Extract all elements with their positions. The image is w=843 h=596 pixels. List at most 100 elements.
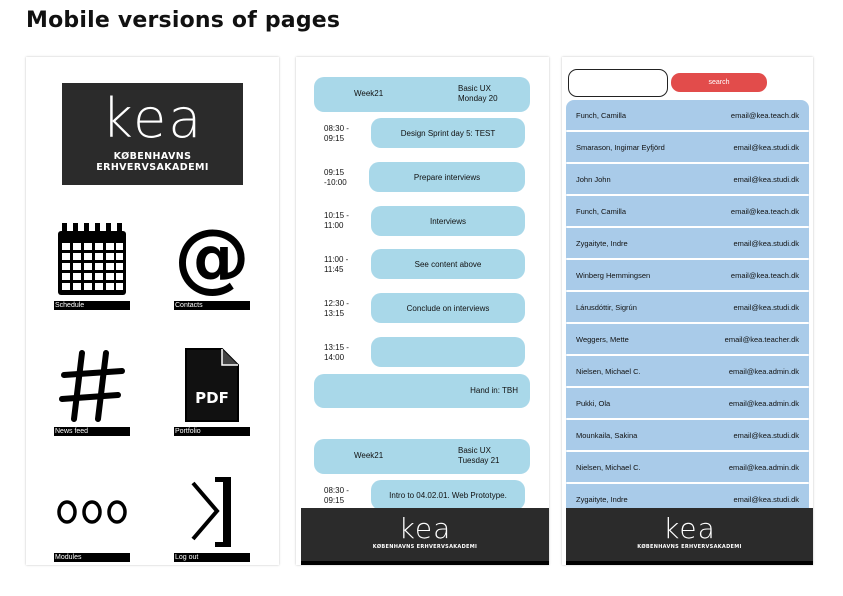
contact-name: Mounkaila, Sakina [576, 431, 638, 440]
contact-name: Lárusdóttir, Sigrún [576, 303, 637, 312]
contact-row[interactable]: Winberg Hemmingsen email@kea.teach.dk [566, 260, 809, 292]
at-sign-icon: @ [174, 219, 250, 301]
mobile-contacts-screen: search Funch, Camilla email@kea.teach.dk … [562, 57, 813, 565]
contact-name: Funch, Camilla [576, 111, 627, 120]
contact-email[interactable]: email@kea.admin.dk [729, 399, 799, 408]
contact-email[interactable]: email@kea.studi.dk [733, 175, 799, 184]
session-block[interactable]: Conclude on interviews [371, 293, 525, 323]
contact-row[interactable]: Mounkaila, Sakina email@kea.studi.dk [566, 420, 809, 452]
contact-row[interactable]: Funch, Camilla email@kea.teach.dk [566, 100, 809, 132]
three-circles-icon [54, 471, 130, 553]
mobile-schedule-screen: Week21 Basic UX Monday 20 08:30 - 09:15 … [296, 57, 549, 565]
pdf-file-icon: PDF [174, 345, 250, 427]
session-block[interactable]: Intro to 04.02.01. Web Prototype. [371, 480, 525, 510]
svg-text:@: @ [175, 223, 249, 297]
day-label: Tuesday 21 [458, 456, 500, 465]
search-button[interactable]: search [671, 73, 767, 92]
contact-email[interactable]: email@kea.studi.dk [733, 495, 799, 504]
menu-tile-schedule[interactable]: Schedule [54, 219, 130, 310]
day-label: Monday 20 [458, 94, 498, 103]
course-label: Basic UX [458, 446, 491, 455]
logo-subtitle: KØBENHAVNS ERHVERVSAKADEMI [372, 544, 478, 550]
contact-name: Funch, Camilla [576, 207, 627, 216]
session-block[interactable] [371, 337, 525, 367]
contact-email[interactable]: email@kea.studi.dk [733, 143, 799, 152]
menu-tile-label: Portfolio [174, 427, 250, 436]
hand-in-block[interactable]: Hand in: TBH [314, 374, 530, 408]
session-time: 08:30 - 09:15 [324, 124, 349, 143]
search-input[interactable] [568, 69, 668, 97]
hashtag-icon [54, 345, 130, 427]
contact-row[interactable]: Weggers, Mette email@kea.teacher.dk [566, 324, 809, 356]
kea-logo: kea KØBENHAVNS ERHVERVSAKADEMI [62, 83, 243, 185]
mobile-menu-screen: kea KØBENHAVNS ERHVERVSAKADEMI Schedule [26, 57, 279, 565]
session-time: 08:30 - 09:15 [324, 486, 349, 505]
contact-email[interactable]: email@kea.teach.dk [731, 207, 799, 216]
contact-email[interactable]: email@kea.teach.dk [731, 111, 799, 120]
footer-bar [301, 561, 549, 565]
logo-word: kea [663, 512, 716, 545]
menu-tile-label: News feed [54, 427, 130, 436]
contact-name: Nielsen, Michael C. [576, 463, 641, 472]
logo-subtitle: KØBENHAVNS ERHVERVSAKADEMI [637, 544, 742, 550]
kea-footer-logo: kea KØBENHAVNS ERHVERVSAKADEMI [301, 508, 549, 565]
contact-email[interactable]: email@kea.teacher.dk [725, 335, 799, 344]
contact-email[interactable]: email@kea.studi.dk [733, 303, 799, 312]
contact-name: John John [576, 175, 611, 184]
week-label: Week21 [354, 451, 384, 460]
contact-email[interactable]: email@kea.studi.dk [733, 431, 799, 440]
session-block[interactable]: See content above [371, 249, 525, 279]
menu-tile-modules[interactable]: Modules [54, 471, 130, 562]
contact-row[interactable]: Zygaityte, Indre email@kea.studi.dk [566, 228, 809, 260]
menu-tile-portfolio[interactable]: PDF Portfolio [174, 345, 250, 436]
contact-email[interactable]: email@kea.admin.dk [729, 463, 799, 472]
contacts-list: Funch, Camilla email@kea.teach.dk Smaraso… [566, 100, 809, 520]
session-time: 10:15 - 11:00 [324, 211, 349, 230]
contact-name: Nielsen, Michael C. [576, 367, 641, 376]
menu-tile-log-out[interactable]: Log out [174, 471, 250, 562]
contact-name: Zygaityte, Indre [576, 495, 628, 504]
session-block[interactable]: Prepare interviews [369, 162, 525, 192]
contact-row[interactable]: John John email@kea.studi.dk [566, 164, 809, 196]
contact-name: Weggers, Mette [576, 335, 629, 344]
session-block[interactable]: Design Sprint day 5: TEST [371, 118, 525, 148]
contact-row[interactable]: Nielsen, Michael C. email@kea.admin.dk [566, 452, 809, 484]
day-header[interactable]: Week21 Basic UX Tuesday 21 [314, 439, 530, 474]
contact-email[interactable]: email@kea.admin.dk [729, 367, 799, 376]
contact-name: Zygaityte, Indre [576, 239, 628, 248]
calendar-icon [54, 219, 130, 301]
logo-word: kea [101, 87, 204, 150]
contact-name: Winberg Hemmingsen [576, 271, 651, 280]
menu-tile-label: Log out [174, 553, 250, 562]
page-title: Mobile versions of pages [26, 8, 341, 33]
svg-text:PDF: PDF [195, 389, 229, 407]
contact-row[interactable]: Nielsen, Michael C. email@kea.admin.dk [566, 356, 809, 388]
contact-email[interactable]: email@kea.teach.dk [731, 271, 799, 280]
contact-row[interactable]: Funch, Camilla email@kea.teach.dk [566, 196, 809, 228]
logo-word: kea [398, 512, 452, 545]
footer-bar [566, 561, 813, 565]
menu-tile-label: Modules [54, 553, 130, 562]
menu-tile-label: Contacts [174, 301, 250, 310]
contact-name: Smarason, Ingimar Eyfjörd [576, 143, 665, 152]
week-label: Week21 [354, 89, 384, 98]
contact-row[interactable]: Smarason, Ingimar Eyfjörd email@kea.studi… [566, 132, 809, 164]
contact-row[interactable]: Lárusdóttir, Sigrún email@kea.studi.dk [566, 292, 809, 324]
contact-email[interactable]: email@kea.studi.dk [733, 239, 799, 248]
contact-row[interactable]: Pukki, Ola email@kea.admin.dk [566, 388, 809, 420]
session-time: 13:15 - 14:00 [324, 343, 349, 362]
contact-name: Pukki, Ola [576, 399, 611, 408]
kea-footer-logo: kea KØBENHAVNS ERHVERVSAKADEMI [566, 508, 813, 565]
logo-subtitle: KØBENHAVNS ERHVERVSAKADEMI [96, 151, 209, 173]
session-block[interactable]: Interviews [371, 206, 525, 236]
session-time: 09:15 -10:00 [324, 168, 347, 187]
menu-tile-news-feed[interactable]: News feed [54, 345, 130, 436]
menu-tile-label: Schedule [54, 301, 130, 310]
course-label: Basic UX [458, 84, 491, 93]
session-time: 11:00 - 11:45 [324, 255, 349, 274]
logout-icon [174, 471, 250, 553]
menu-tile-contacts[interactable]: @ Contacts [174, 219, 250, 310]
hand-in-label: Hand in: TBH [470, 386, 518, 395]
day-header[interactable]: Week21 Basic UX Monday 20 [314, 77, 530, 112]
session-time: 12:30 - 13:15 [324, 299, 349, 318]
